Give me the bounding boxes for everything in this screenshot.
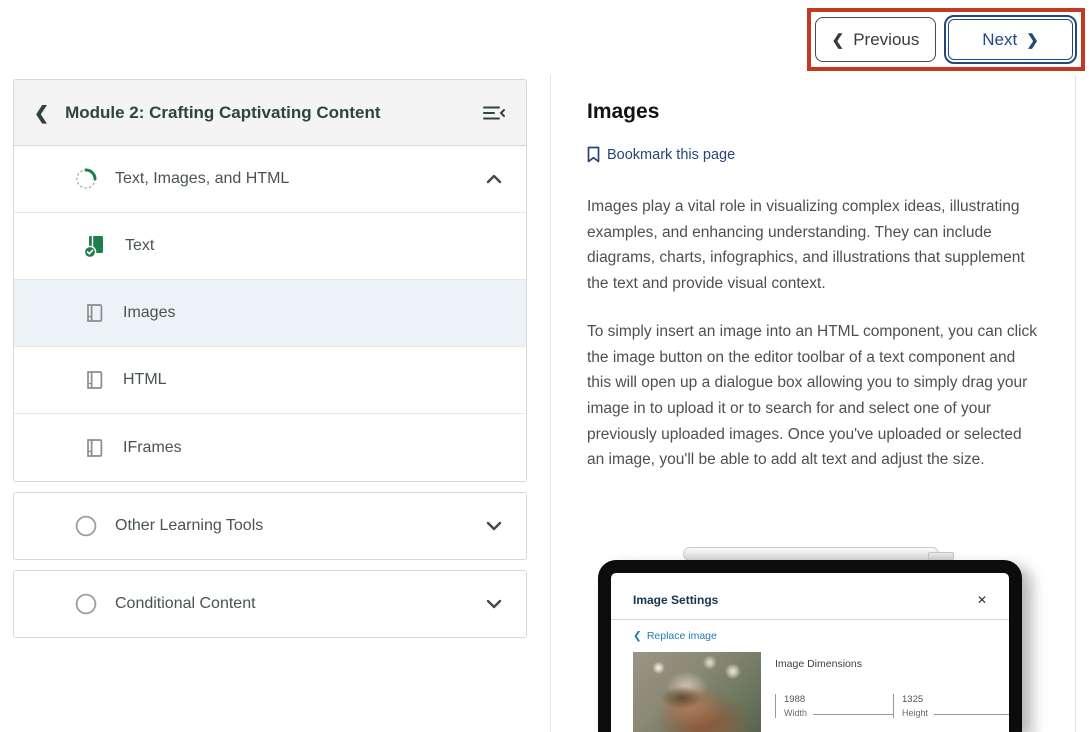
book-outline-icon xyxy=(82,436,106,460)
sidebar-item-html[interactable]: HTML xyxy=(14,347,526,414)
close-icon: ✕ xyxy=(977,593,987,607)
module-title: Module 2: Crafting Captivating Content xyxy=(65,103,482,123)
module-card: ❮ Module 2: Crafting Captivating Content xyxy=(13,79,527,482)
course-sidebar: ❮ Module 2: Crafting Captivating Content xyxy=(13,79,527,638)
width-label: Width xyxy=(784,708,807,718)
chevron-right-icon: ❯ xyxy=(1026,31,1039,49)
sidebar-item-text[interactable]: Text xyxy=(14,213,526,280)
height-value: 1325 xyxy=(902,694,1009,705)
sidebar-item-iframes[interactable]: IFrames xyxy=(14,414,526,481)
sidebar-item-label: Text xyxy=(125,237,154,255)
sidebar-item-label: Text, Images, and HTML xyxy=(115,170,289,188)
section-card-conditional-content: Conditional Content xyxy=(13,570,527,638)
content-divider xyxy=(550,75,551,732)
replace-image-link: ❮ Replace image xyxy=(633,630,717,642)
page-title: Images xyxy=(587,100,1042,124)
chevron-left-icon: ❮ xyxy=(633,630,642,642)
sidebar-item-label: Other Learning Tools xyxy=(115,517,263,535)
tablet-screen: Image Settings ✕ ❮ Replace image Image D… xyxy=(611,573,1009,732)
sidebar-item-conditional-content[interactable]: Conditional Content xyxy=(14,571,526,637)
chevron-left-icon: ❮ xyxy=(832,31,845,49)
width-value: 1988 xyxy=(784,694,893,705)
width-field: 1988 Width xyxy=(775,694,893,718)
sidebar-item-other-learning-tools[interactable]: Other Learning Tools xyxy=(14,493,526,559)
chevron-down-icon[interactable] xyxy=(486,599,502,609)
bookmark-link-label: Bookmark this page xyxy=(607,147,735,163)
bookmark-link[interactable]: Bookmark this page xyxy=(587,146,735,163)
book-outline-icon xyxy=(82,301,106,325)
progress-ring-empty-icon xyxy=(74,514,98,538)
lynx-photo xyxy=(633,652,761,732)
progress-ring-empty-icon xyxy=(74,592,98,616)
page: ❮ Previous Next ❯ ❮ Module 2: Crafting C… xyxy=(0,0,1089,732)
progress-ring-partial-icon xyxy=(74,167,98,191)
replace-image-label: Replace image xyxy=(647,630,717,642)
back-chevron-icon[interactable]: ❮ xyxy=(34,104,49,122)
lesson-content: Images Bookmark this page Images play a … xyxy=(587,100,1042,473)
lesson-image-tablet-mockup: Image Settings ✕ ❮ Replace image Image D… xyxy=(598,546,1038,732)
paragraph: Images play a vital role in visualizing … xyxy=(587,194,1042,297)
section-card-other-learning-tools: Other Learning Tools xyxy=(13,492,527,560)
annotation-highlight-box: ❮ Previous Next ❯ xyxy=(807,8,1085,71)
book-completed-icon xyxy=(82,233,108,259)
chevron-down-icon[interactable] xyxy=(486,521,502,531)
sidebar-item-images[interactable]: Images xyxy=(14,280,526,347)
next-button[interactable]: Next ❯ xyxy=(944,15,1077,64)
tablet-frame: Image Settings ✕ ❮ Replace image Image D… xyxy=(598,560,1022,732)
modal-title: Image Settings xyxy=(633,593,718,607)
sidebar-item-label: IFrames xyxy=(123,439,182,457)
next-button-label: Next xyxy=(982,30,1017,50)
bookmark-icon xyxy=(587,146,600,163)
stylus-pencil xyxy=(683,547,939,561)
collapse-sidebar-icon[interactable] xyxy=(482,104,506,122)
chevron-up-icon[interactable] xyxy=(486,174,502,184)
right-edge-divider xyxy=(1075,75,1076,732)
book-outline-icon xyxy=(82,368,106,392)
height-label: Height xyxy=(902,708,928,718)
sidebar-item-label: Conditional Content xyxy=(115,595,256,613)
module-header: ❮ Module 2: Crafting Captivating Content xyxy=(14,80,526,146)
image-dimensions-label: Image Dimensions xyxy=(775,658,1009,670)
previous-button-label: Previous xyxy=(853,30,919,50)
previous-button[interactable]: ❮ Previous xyxy=(815,17,936,62)
height-field: 1325 Height xyxy=(893,694,1009,718)
modal-divider xyxy=(611,619,1009,620)
paragraph: To simply insert an image into an HTML c… xyxy=(587,319,1042,473)
sidebar-item-label: Images xyxy=(123,304,175,322)
sidebar-item-text-images-html[interactable]: Text, Images, and HTML xyxy=(14,146,526,213)
sidebar-item-label: HTML xyxy=(123,371,167,389)
